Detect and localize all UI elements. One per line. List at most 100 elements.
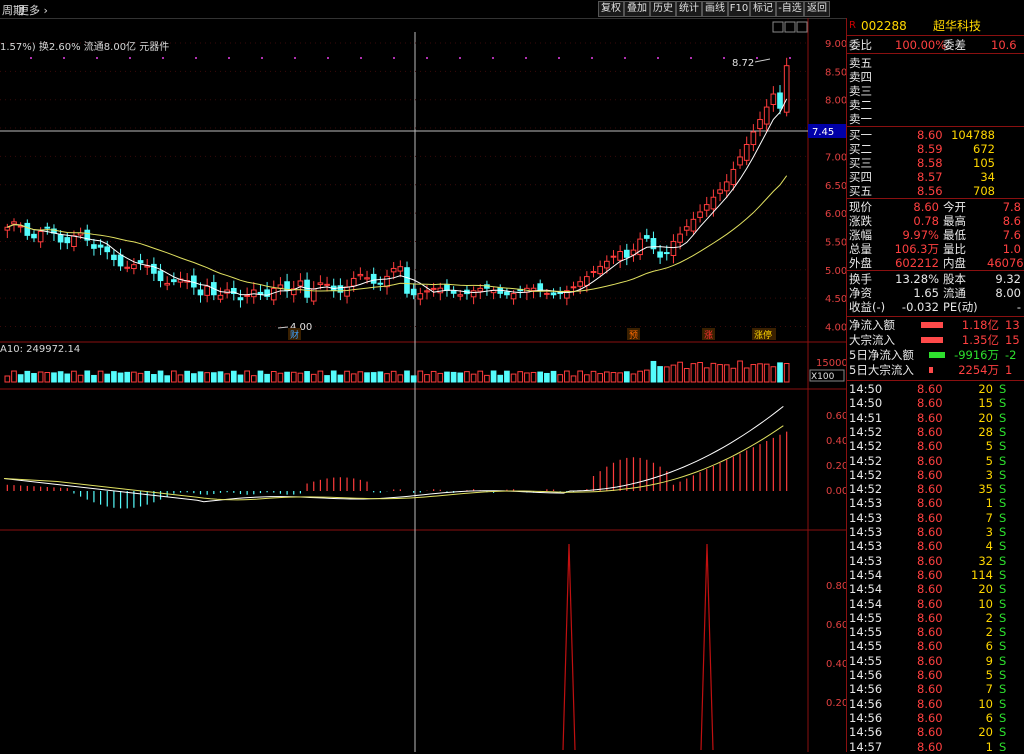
tick-volume: 28 (978, 424, 993, 439)
volume-bar (517, 371, 524, 383)
volume-bar (124, 371, 131, 383)
volume-bar (590, 370, 597, 383)
toolbar-button-6[interactable]: 标记 (750, 1, 776, 17)
volume-bar (184, 370, 191, 383)
tick-side: S (999, 525, 1007, 539)
chart-area[interactable]: 1.57%) 换2.60% 流通8.00亿 元器件 8.72 4.00 9.00 8.5… (0, 18, 846, 752)
dot-marker (195, 57, 197, 59)
volume-bar (24, 370, 31, 383)
fund-label: 换手 (849, 272, 872, 286)
tick-price: 8.60 (917, 482, 943, 497)
candle-body (690, 218, 697, 232)
tick-side: S (999, 739, 1007, 754)
candle-body (370, 273, 377, 284)
volume-bar (397, 374, 404, 383)
yaxis-main-label: 5.00 (825, 266, 846, 277)
volume-bar (597, 373, 603, 383)
buy-level-volume: 104788 (951, 128, 995, 142)
tick-price: 8.60 (917, 453, 943, 468)
tick-volume: 20 (978, 582, 993, 597)
tick-volume: 10 (978, 596, 993, 611)
candle-body (550, 292, 557, 296)
volume-bar (557, 374, 564, 383)
volume-ma-label: A10: 249972.14 (0, 344, 80, 355)
tick-volume: 2 (985, 625, 993, 640)
tick-time: 14:54 (849, 567, 883, 582)
yaxis-main-label: 8.50 (825, 67, 846, 78)
volume-bar (111, 371, 117, 383)
tick-side: S (999, 639, 1007, 654)
volume-bar (177, 374, 184, 383)
candle-body (623, 249, 630, 258)
toolbar-button-8[interactable]: 返回 (804, 1, 830, 17)
tick-side: S (999, 567, 1007, 582)
candle-body (763, 106, 770, 125)
volume-bar (264, 373, 270, 383)
candle-body (31, 233, 37, 239)
signal-axis-label: 0.80 (826, 581, 846, 592)
candle-body (270, 287, 277, 301)
volume-bar (284, 371, 290, 383)
candle-body (71, 235, 77, 248)
dot-marker (690, 57, 692, 59)
dot-marker (525, 57, 527, 59)
wei-cha-value: 10.6 (991, 38, 1017, 52)
volume-bar (317, 370, 324, 383)
more-menu[interactable]: 更多 › (18, 2, 48, 18)
sell-level-label: 卖三 (849, 84, 872, 98)
buy-level-price: 8.59 (917, 142, 943, 156)
tick-time: 14:51 (849, 410, 883, 425)
volume-bar (430, 370, 437, 383)
toolbar-button-4[interactable]: 画线 (702, 1, 728, 17)
dot-marker (591, 57, 593, 59)
volume-bar (304, 371, 310, 383)
tick-time: 14:56 (849, 682, 883, 697)
volume-bar (643, 369, 650, 383)
toolbar-button-2[interactable]: 历史 (650, 1, 676, 17)
toolbar-button-3[interactable]: 统计 (676, 1, 702, 17)
volume-bar (484, 374, 490, 383)
volume-bar (404, 370, 410, 383)
tick-price: 8.60 (917, 710, 943, 725)
tick-price: 8.60 (917, 467, 943, 482)
signal-axis-label: 0.40 (826, 659, 846, 670)
volume-bar (743, 367, 750, 383)
tick-time: 14:55 (849, 639, 883, 654)
candle-body (730, 168, 737, 186)
candle-body (11, 221, 17, 225)
candle-body (390, 267, 397, 273)
fund-label: 股本 (943, 272, 966, 286)
diamond-icon (784, 21, 796, 33)
candle-body (97, 244, 104, 248)
quote-label: 现价 (849, 200, 872, 214)
tick-time: 14:55 (849, 610, 883, 625)
volume-bar (64, 373, 71, 383)
volume-bar (677, 361, 683, 383)
toolbar-button-1[interactable]: 叠加 (624, 1, 650, 17)
volume-bar (703, 367, 710, 383)
candle-body (750, 131, 757, 146)
volume-bar (357, 371, 364, 383)
candle-body (537, 283, 544, 291)
volume-bar (777, 362, 783, 383)
candle-body (350, 277, 357, 287)
candle-body (710, 196, 717, 210)
quote-label: 涨跌 (849, 214, 872, 228)
volume-bar (157, 370, 164, 383)
sell-level-label: 卖二 (849, 98, 872, 112)
toolbar-button-5[interactable]: F10 (728, 1, 750, 17)
tick-side: S (999, 610, 1007, 625)
candle-body (317, 282, 324, 285)
tick-price: 8.60 (917, 625, 943, 640)
tick-time: 14:50 (849, 382, 883, 396)
buy-level-label: 买一 (849, 128, 872, 142)
tick-side: S (999, 510, 1007, 525)
quote-value: 8.6 (1002, 214, 1021, 228)
fund-value: -0.032 (901, 300, 939, 314)
yaxis-main-label: 5.50 (825, 237, 846, 248)
tick-price: 8.60 (917, 382, 943, 396)
more-label: 更多 (18, 4, 40, 17)
toolbar-button-7[interactable]: -自选 (776, 1, 804, 17)
tick-side: S (999, 682, 1007, 697)
toolbar-button-0[interactable]: 复权 (598, 1, 624, 17)
